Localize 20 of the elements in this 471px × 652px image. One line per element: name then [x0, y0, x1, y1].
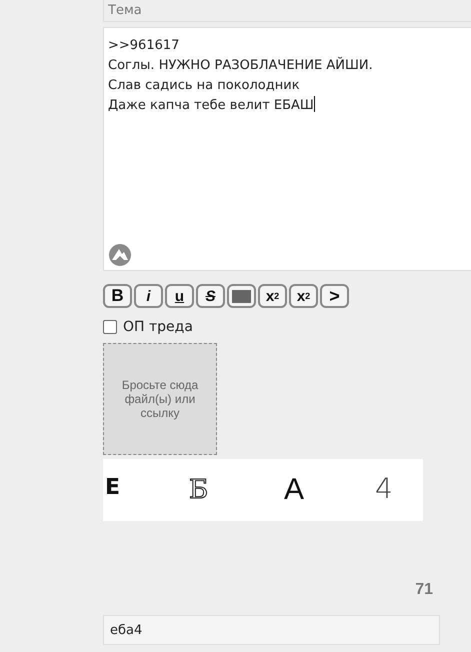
strike-button[interactable]: S [196, 284, 225, 308]
captcha-character: А [284, 473, 306, 507]
spoiler-button[interactable] [227, 284, 256, 308]
message-field[interactable]: >>961617 Соглы. НУЖНО РАЗОБЛАЧЕНИЕ АЙШИ. Слав садись на поколодник Даже капча тебе велит ЕБАШ [103, 27, 471, 271]
checkbox-label: ОП треда [123, 319, 193, 335]
captcha-input-field[interactable]: еба4 [103, 615, 440, 645]
underline-button[interactable]: u [165, 284, 194, 308]
op-checkbox[interactable] [103, 320, 117, 334]
mountain-logo-icon [109, 244, 131, 266]
character-counter: 71 [415, 581, 433, 599]
bold-button[interactable]: B [103, 284, 132, 308]
quote-button[interactable]: > [320, 284, 349, 308]
captcha-character: 4 [375, 472, 393, 504]
message-text: >>961617 Соглы. НУЖНО РАЗОБЛАЧЕНИЕ АЙШИ. Слав садись на поколодник Даже капча тебе велит ЕБАШ [108, 37, 374, 115]
sup-button[interactable]: x$^{2}$ [258, 284, 287, 308]
subject-field[interactable]: Тема [103, 0, 471, 22]
captcha-character: Е [105, 474, 122, 500]
italic-button[interactable]: i [134, 284, 163, 308]
captcha-character: Б [189, 475, 210, 505]
file-dropzone[interactable]: Бросьте сюда файл(ы) или ссылку [103, 343, 217, 455]
